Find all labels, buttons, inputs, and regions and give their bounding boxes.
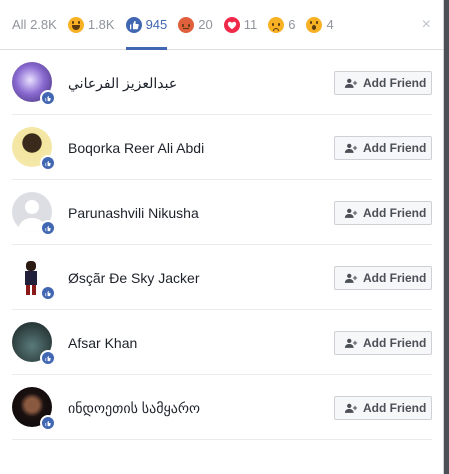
add-person-icon (344, 403, 358, 413)
list-item: ინდოეთის სამყარო Add Friend (12, 375, 432, 440)
person-name[interactable]: Boqorka Reer Ali Abdi (68, 140, 204, 156)
haha-icon (67, 16, 84, 33)
add-friend-label: Add Friend (363, 401, 427, 415)
reaction-tabs: All 2.8K 1.8K 945 20 11 6 4 (0, 0, 443, 50)
reactions-dialog: All 2.8K 1.8K 945 20 11 6 4 × عبدالعزيز … (0, 0, 444, 474)
add-friend-button[interactable]: Add Friend (334, 136, 432, 160)
add-person-icon (344, 78, 358, 88)
list-item: Parunashvili Nikusha Add Friend (12, 180, 432, 245)
tab-angry[interactable]: 20 (178, 0, 213, 50)
add-friend-button[interactable]: Add Friend (334, 396, 432, 420)
tab-sad-count: 6 (288, 17, 296, 32)
tab-wow[interactable]: 4 (306, 0, 334, 50)
add-friend-label: Add Friend (363, 271, 427, 285)
like-badge-icon (40, 155, 56, 171)
list-item: Afsar Khan Add Friend (12, 310, 432, 375)
tab-haha[interactable]: 1.8K (67, 0, 115, 50)
add-friend-label: Add Friend (363, 76, 427, 90)
like-badge-icon (40, 90, 56, 106)
person-name[interactable]: Parunashvili Nikusha (68, 205, 199, 221)
like-badge-icon (40, 285, 56, 301)
like-icon (125, 16, 142, 33)
list-item: Boqorka Reer Ali Abdi Add Friend (12, 115, 432, 180)
list-item: Øsçãr Ðe Sky Jacker Add Friend (12, 245, 432, 310)
like-badge-icon (40, 220, 56, 236)
people-list: 0 Add Friend عبدالعزيز الفرعاني Add Frie… (0, 0, 443, 440)
tab-love-count: 11 (243, 17, 258, 32)
close-icon[interactable]: × (422, 16, 431, 34)
love-icon (223, 16, 240, 33)
add-person-icon (344, 273, 358, 283)
tab-like-count: 945 (145, 17, 168, 32)
add-friend-button[interactable]: Add Friend (334, 201, 432, 225)
add-person-icon (344, 143, 358, 153)
person-name[interactable]: Afsar Khan (68, 335, 137, 351)
tab-all-label: All (12, 17, 27, 32)
like-badge-icon (40, 350, 56, 366)
tab-angry-count: 20 (198, 17, 213, 32)
tab-all[interactable]: All 2.8K (12, 0, 57, 50)
add-person-icon (344, 208, 358, 218)
add-friend-button[interactable]: Add Friend (334, 266, 432, 290)
add-friend-label: Add Friend (363, 336, 427, 350)
tab-love[interactable]: 11 (223, 0, 258, 50)
add-friend-button[interactable]: Add Friend (334, 331, 432, 355)
tab-haha-count: 1.8K (87, 17, 115, 32)
person-name[interactable]: عبدالعزيز الفرعاني (68, 75, 177, 92)
tab-all-count: 2.8K (30, 17, 57, 32)
wow-icon (306, 16, 323, 33)
person-name[interactable]: Øsçãr Ðe Sky Jacker (68, 270, 199, 286)
add-person-icon (344, 338, 358, 348)
add-friend-label: Add Friend (363, 206, 427, 220)
add-friend-label: Add Friend (363, 141, 427, 155)
person-name[interactable]: ინდოეთის სამყარო (68, 400, 200, 417)
like-badge-icon (40, 415, 56, 431)
tab-sad[interactable]: 6 (268, 0, 295, 50)
angry-icon (178, 16, 195, 33)
add-friend-button[interactable]: Add Friend (334, 71, 432, 95)
list-item: عبدالعزيز الفرعاني Add Friend (12, 50, 432, 115)
tab-like[interactable]: 945 (125, 0, 168, 50)
sad-icon (268, 16, 285, 33)
tab-wow-count: 4 (326, 17, 334, 32)
